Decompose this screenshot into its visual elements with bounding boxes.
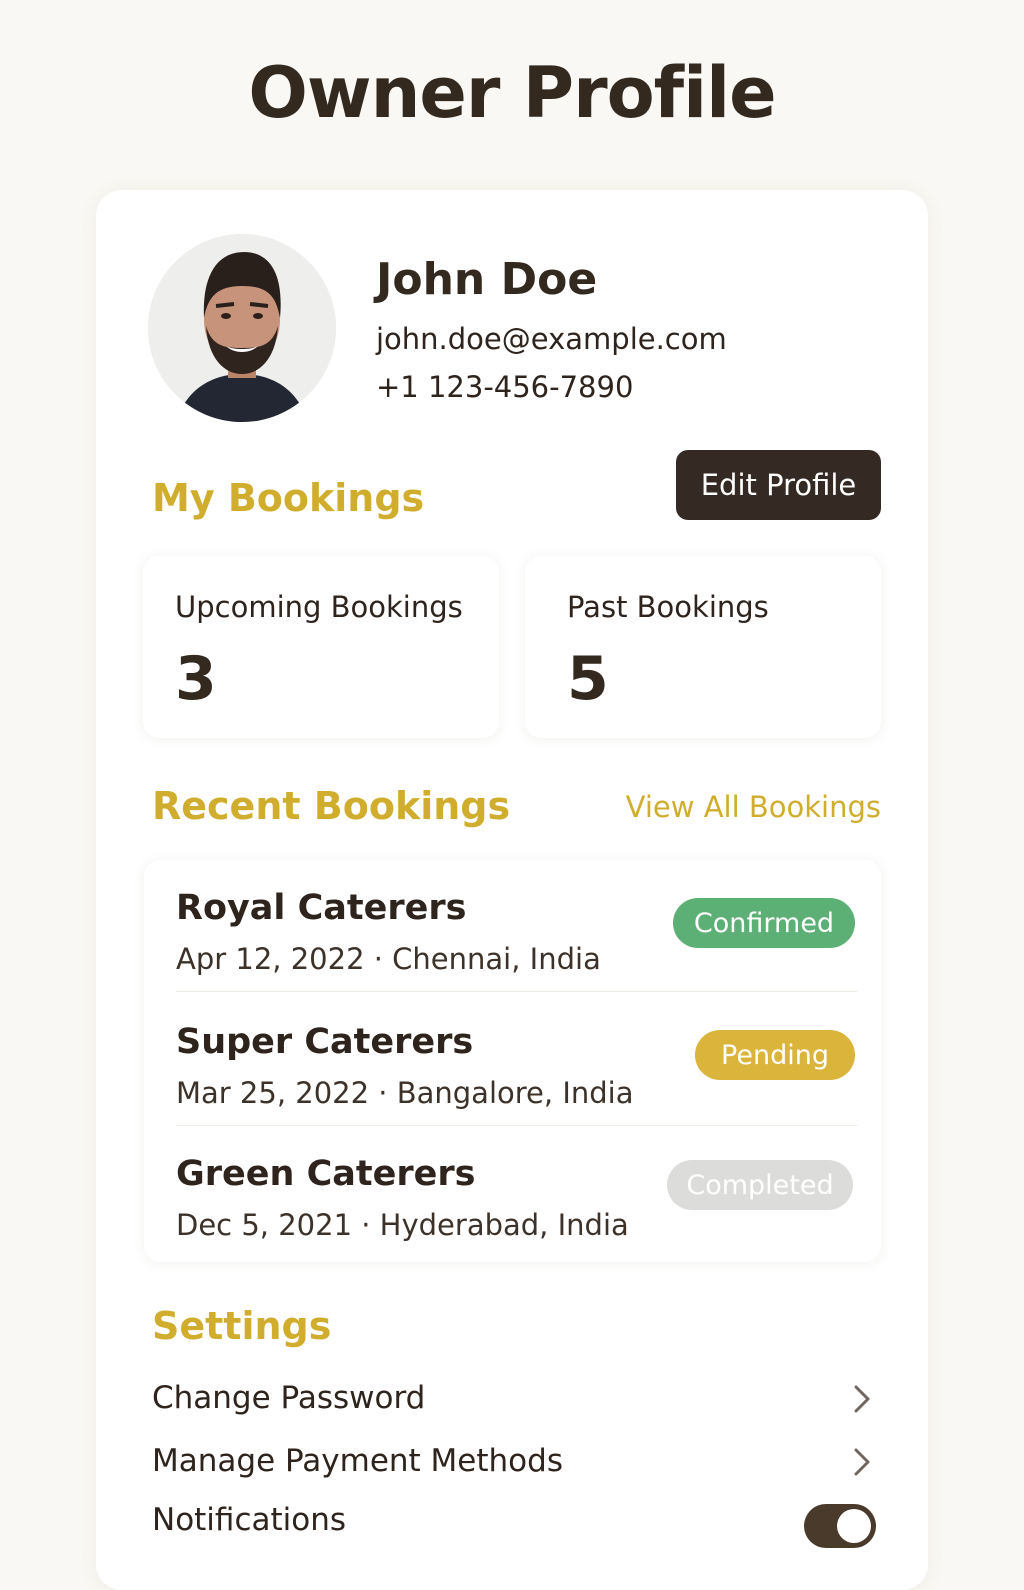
settings-title: Settings	[152, 1304, 332, 1348]
chevron-right-icon	[854, 1385, 870, 1413]
settings-item-label: Manage Payment Methods	[152, 1443, 563, 1479]
booking-meta: Apr 12, 2022 · Chennai, India	[176, 942, 601, 976]
recent-bookings-list: Royal Caterers Apr 12, 2022 · Chennai, I…	[144, 860, 881, 1262]
profile-phone: +1 123-456-7890	[376, 370, 634, 404]
status-badge: Confirmed	[673, 898, 855, 948]
booking-meta: Dec 5, 2021 · Hyderabad, India	[176, 1208, 629, 1242]
booking-meta: Mar 25, 2022 · Bangalore, India	[176, 1076, 634, 1110]
settings-item-label: Change Password	[152, 1380, 426, 1416]
booking-name: Royal Caterers	[176, 888, 467, 928]
status-badge: Pending	[695, 1030, 855, 1080]
past-bookings-card[interactable]: Past Bookings 5	[525, 556, 881, 738]
notifications-toggle[interactable]	[804, 1504, 876, 1548]
list-item[interactable]: Super Caterers Mar 25, 2022 · Bangalore,…	[144, 994, 881, 1126]
upcoming-bookings-label: Upcoming Bookings	[175, 590, 463, 624]
chevron-right-icon	[854, 1448, 870, 1476]
edit-profile-button[interactable]: Edit Profile	[676, 450, 881, 520]
list-item[interactable]: Royal Caterers Apr 12, 2022 · Chennai, I…	[144, 860, 881, 992]
my-bookings-title: My Bookings	[152, 476, 425, 520]
list-item[interactable]: Green Caterers Dec 5, 2021 · Hyderabad, …	[144, 1126, 881, 1258]
past-bookings-label: Past Bookings	[567, 590, 769, 624]
profile-name: John Doe	[376, 254, 598, 305]
settings-item-label: Notifications	[152, 1502, 347, 1538]
upcoming-bookings-card[interactable]: Upcoming Bookings 3	[143, 556, 499, 738]
status-badge: Completed	[667, 1160, 853, 1210]
settings-item-payment-methods[interactable]: Manage Payment Methods	[152, 1435, 880, 1491]
toggle-knob	[837, 1509, 871, 1543]
recent-bookings-title: Recent Bookings	[152, 784, 511, 828]
settings-item-change-password[interactable]: Change Password	[152, 1372, 880, 1428]
booking-name: Super Caterers	[176, 1022, 474, 1062]
booking-name: Green Caterers	[176, 1154, 476, 1194]
view-all-bookings-link[interactable]: View All Bookings	[626, 790, 881, 824]
page-title: Owner Profile	[248, 52, 776, 134]
upcoming-bookings-count: 3	[175, 644, 217, 714]
profile-email: john.doe@example.com	[376, 322, 727, 356]
avatar	[148, 234, 336, 422]
settings-item-notifications[interactable]: Notifications	[152, 1494, 880, 1550]
divider	[176, 991, 857, 992]
person-photo-icon	[148, 234, 336, 422]
past-bookings-count: 5	[567, 644, 609, 714]
